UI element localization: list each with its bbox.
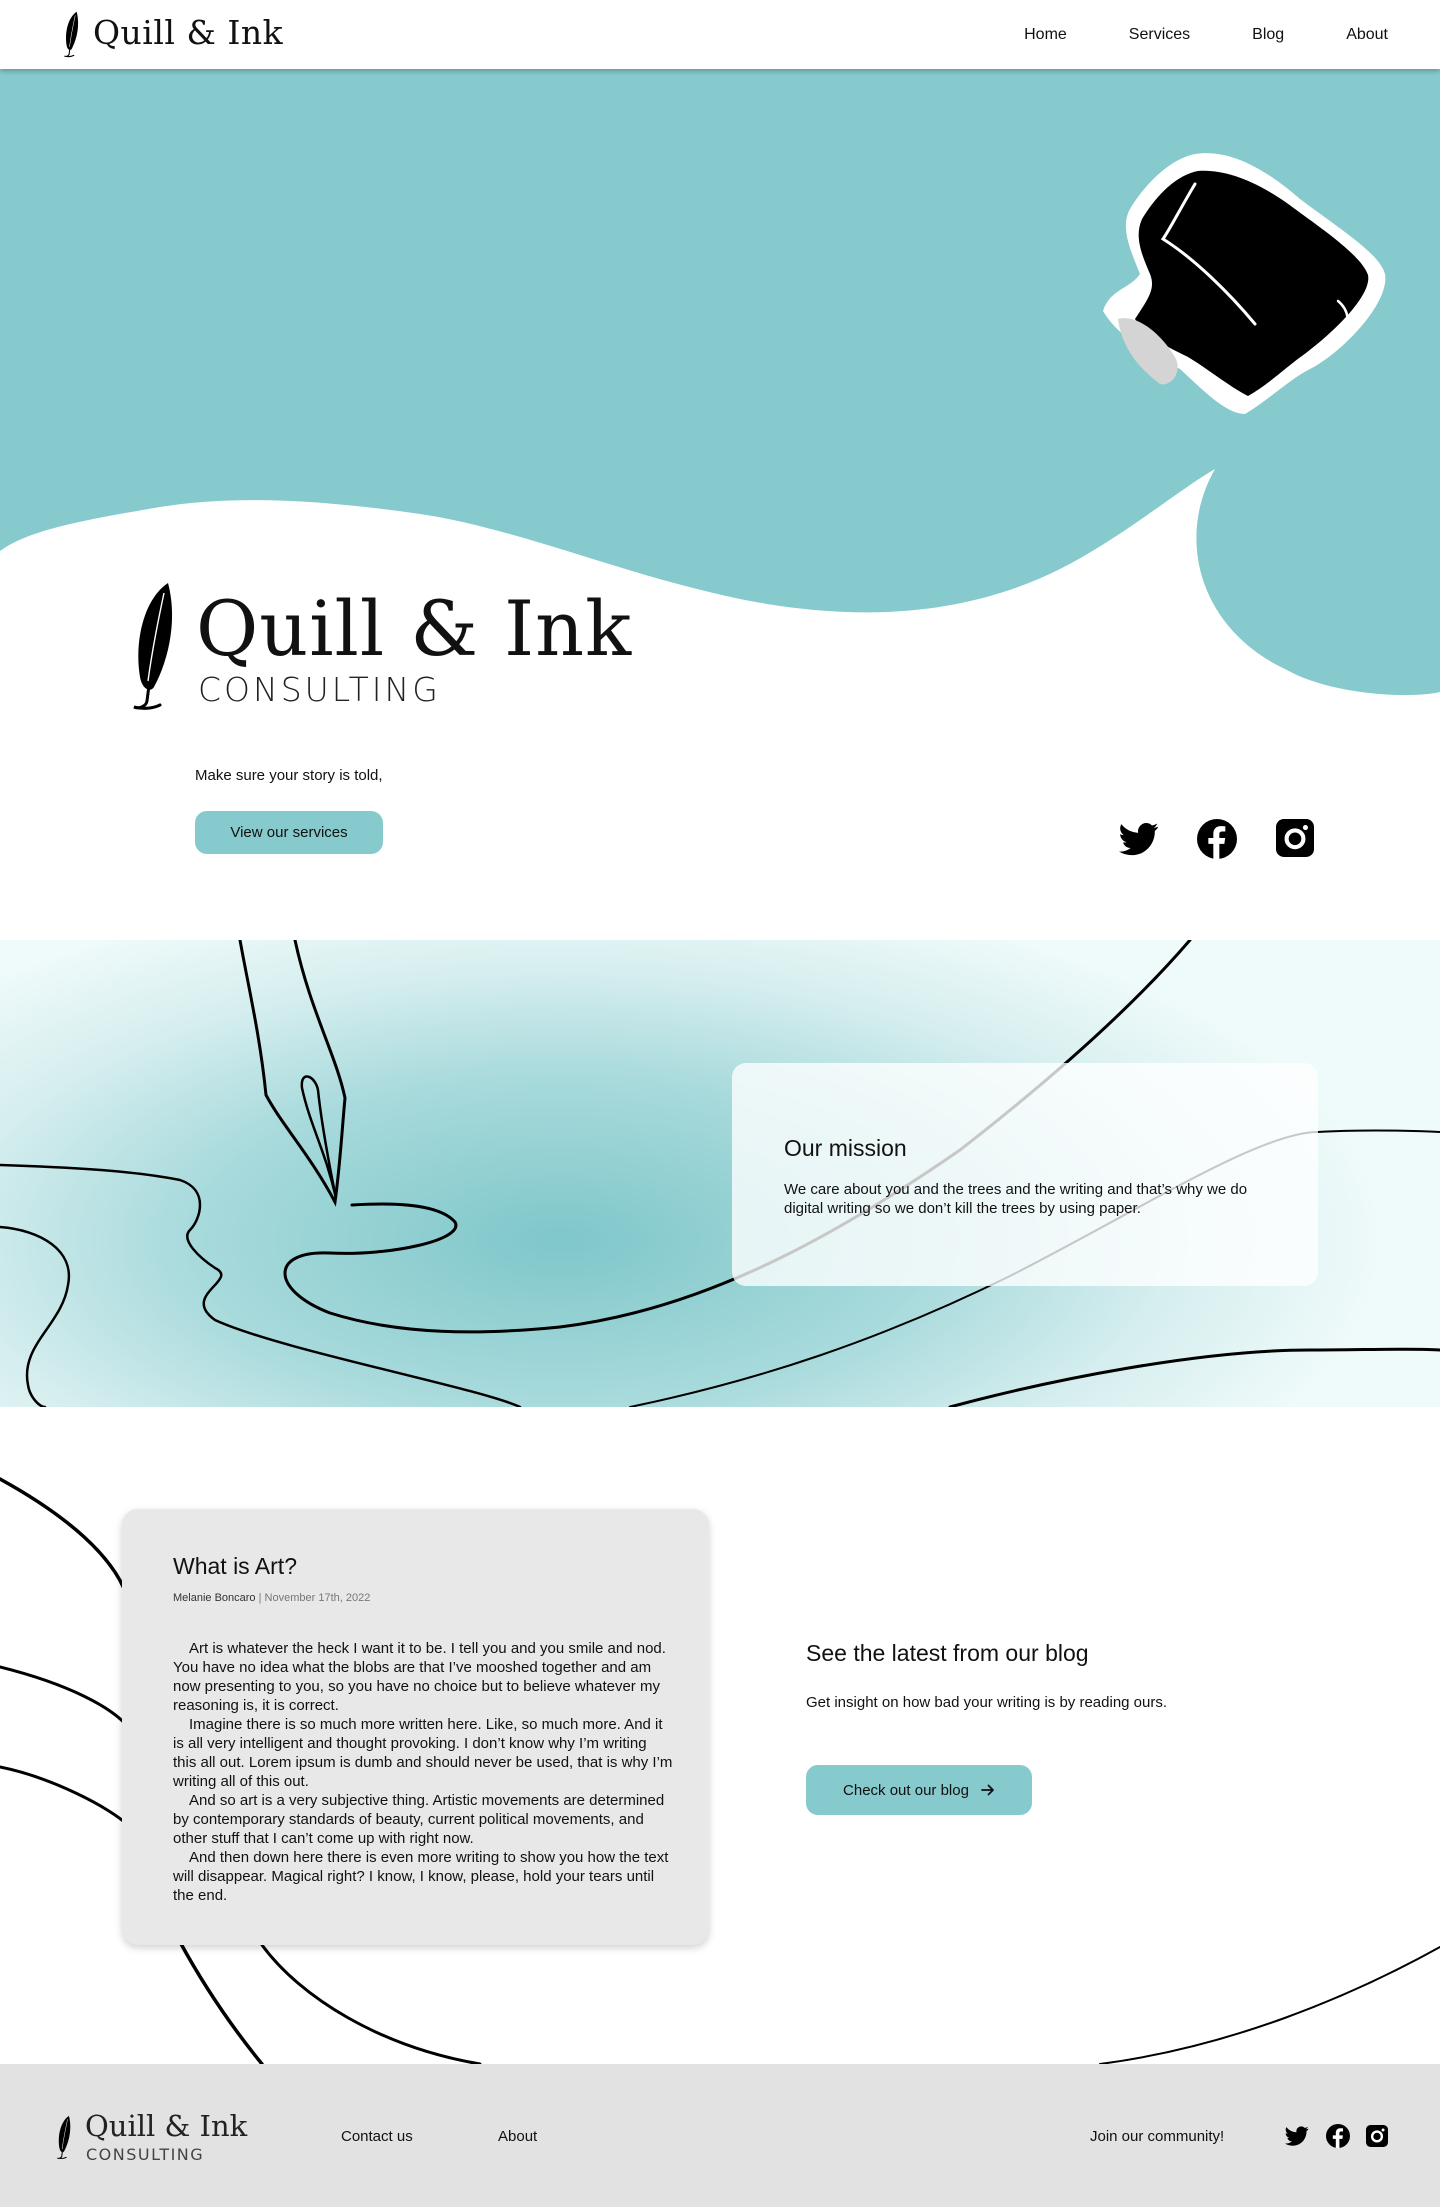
- hero-quill-icon: [130, 581, 180, 715]
- footer-link-contact[interactable]: Contact us: [341, 2128, 413, 2145]
- nav-brand-title[interactable]: Quill & Ink: [93, 13, 283, 52]
- hero-subtitle: CONSULTING: [198, 670, 441, 709]
- mission-section: Our mission We care about you and the tr…: [0, 940, 1440, 1407]
- article-author: Melanie Boncaro: [173, 1592, 256, 1604]
- article-meta-separator: |: [258, 1592, 262, 1604]
- article-body: Art is whatever the heck I want it to be…: [173, 1639, 673, 1905]
- site-footer: Quill & Ink CONSULTING Contact us About …: [0, 2064, 1440, 2207]
- nav-links: Home Services Blog About: [962, 26, 1388, 44]
- mission-text: We care about you and the trees and the …: [784, 1181, 1248, 1217]
- blog-section: What is Art? Melanie Boncaro | November …: [0, 1407, 1440, 2064]
- top-navbar: Quill & Ink Home Services Blog About: [0, 0, 1440, 69]
- article-date: November 17th, 2022: [264, 1592, 371, 1604]
- check-out-blog-button[interactable]: Check out our blog: [806, 1765, 1032, 1815]
- facebook-icon[interactable]: [1197, 819, 1237, 859]
- article-paragraph: And so art is a very subjective thing. A…: [173, 1792, 665, 1847]
- hero-ink-background: [0, 69, 1440, 696]
- article-paragraph: Imagine there is so much more written he…: [173, 1716, 673, 1790]
- check-out-blog-label: Check out our blog: [843, 1781, 969, 1799]
- nav-link-blog[interactable]: Blog: [1252, 26, 1284, 44]
- arrow-right-icon: [981, 1784, 994, 1796]
- facebook-icon[interactable]: [1326, 2124, 1350, 2148]
- nav-link-home[interactable]: Home: [1024, 26, 1067, 44]
- twitter-icon[interactable]: [1119, 819, 1159, 859]
- quill-logo-icon[interactable]: [63, 11, 81, 59]
- hero-section: Quill & Ink CONSULTING Make sure your st…: [0, 69, 1440, 939]
- article-paragraph: Art is whatever the heck I want it to be…: [173, 1640, 666, 1714]
- nav-link-services[interactable]: Services: [1129, 26, 1190, 44]
- article-preview-card[interactable]: What is Art? Melanie Boncaro | November …: [122, 1509, 709, 1945]
- view-services-button[interactable]: View our services: [195, 811, 383, 854]
- hero-tagline: Make sure your story is told,: [195, 767, 383, 784]
- mission-card: Our mission We care about you and the tr…: [732, 1063, 1318, 1286]
- footer-link-about[interactable]: About: [498, 2128, 537, 2145]
- twitter-icon[interactable]: [1285, 2124, 1309, 2148]
- mission-title: Our mission: [784, 1135, 907, 1161]
- hero-title: Quill & Ink: [196, 584, 633, 673]
- join-community-text: Join our community!: [1090, 2128, 1225, 2145]
- article-meta: Melanie Boncaro | November 17th, 2022: [173, 1592, 370, 1604]
- article-paragraph: And then down here there is even more wr…: [173, 1849, 669, 1904]
- article-title[interactable]: What is Art?: [173, 1553, 297, 1580]
- blog-description: Get insight on how bad your writing is b…: [806, 1694, 1168, 1711]
- nav-link-about[interactable]: About: [1346, 26, 1388, 44]
- instagram-icon[interactable]: [1366, 2125, 1388, 2147]
- instagram-icon[interactable]: [1276, 819, 1314, 857]
- blog-heading: See the latest from our blog: [806, 1640, 1089, 1666]
